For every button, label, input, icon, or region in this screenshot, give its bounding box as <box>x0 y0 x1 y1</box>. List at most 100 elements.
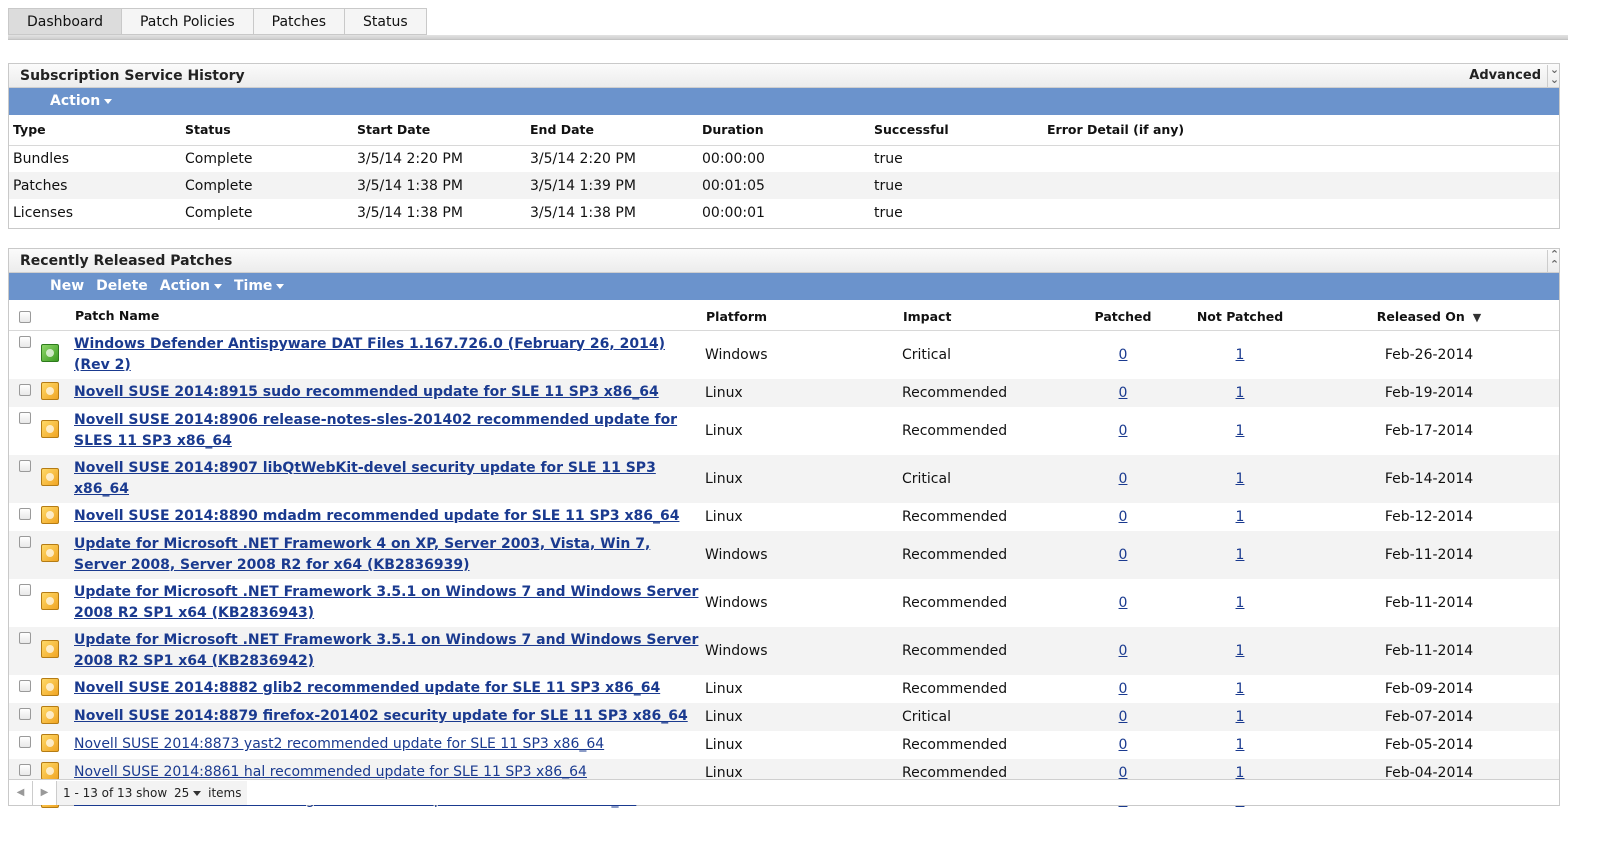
row-checkbox[interactable] <box>19 383 31 396</box>
patch-row[interactable]: Novell SUSE 2014:8879 firefox-201402 sec… <box>9 702 1559 731</box>
not-patched-header[interactable]: Not Patched <box>1181 300 1299 331</box>
row-checkbox[interactable] <box>19 707 31 720</box>
history-cell: 00:00:00 <box>702 150 765 167</box>
history-column-header[interactable]: Duration <box>698 115 870 146</box>
patched-count-link[interactable]: 0 <box>1119 509 1128 525</box>
history-action-menu[interactable]: Action <box>50 88 113 115</box>
patch-name-link[interactable]: Novell SUSE 2014:8915 sudo recommended u… <box>74 384 659 400</box>
patch-name-header[interactable]: Patch Name <box>74 300 705 331</box>
row-checkbox[interactable] <box>19 583 31 596</box>
not-patched-count-link[interactable]: 1 <box>1236 737 1245 753</box>
new-button[interactable]: New <box>50 273 84 300</box>
not-patched-count-link[interactable]: 1 <box>1236 595 1245 611</box>
advanced-link[interactable]: Advanced <box>1469 64 1541 88</box>
patch-name-link[interactable]: Novell SUSE 2014:8906 release-notes-sles… <box>74 412 677 449</box>
not-patched-count-link[interactable]: 1 <box>1236 681 1245 697</box>
patch-name-link[interactable]: Novell SUSE 2014:8907 libQtWebKit-devel … <box>74 460 656 497</box>
row-checkbox[interactable] <box>19 535 31 548</box>
not-patched-count-link[interactable]: 1 <box>1236 385 1245 401</box>
history-row[interactable]: Licenses Complete 3/5/14 1:38 PM 3/5/14 1:3… <box>9 199 1559 226</box>
prev-page-button[interactable]: ◀ <box>9 780 33 805</box>
patched-count-link[interactable]: 0 <box>1119 595 1128 611</box>
row-checkbox[interactable] <box>19 679 31 692</box>
patched-count-link[interactable]: 0 <box>1119 423 1128 439</box>
patch-name-link[interactable]: Update for Microsoft .NET Framework 3.5.… <box>74 632 698 669</box>
patched-count-link[interactable]: 0 <box>1119 681 1128 697</box>
patched-cell: 0 <box>1065 503 1181 531</box>
not-patched-count-link[interactable]: 1 <box>1236 347 1245 363</box>
row-checkbox[interactable] <box>19 459 31 472</box>
page-size-select[interactable]: 25 <box>174 786 202 800</box>
history-cell: 00:00:01 <box>702 204 765 221</box>
history-column-header[interactable]: Error Detail (if any) <box>1043 115 1559 146</box>
patch-name-link[interactable]: Novell SUSE 2014:8882 glib2 recommended … <box>74 680 660 696</box>
patch-row[interactable]: Novell SUSE 2014:8890 mdadm recommended … <box>9 503 1559 531</box>
tab-patch-policies[interactable]: Patch Policies <box>121 8 254 35</box>
not-patched-count-link[interactable]: 1 <box>1236 709 1245 725</box>
patches-action-menu[interactable]: Action <box>160 273 222 300</box>
row-checkbox[interactable] <box>19 631 31 644</box>
patch-row[interactable]: Novell SUSE 2014:8907 libQtWebKit-devel … <box>9 454 1559 503</box>
patch-row[interactable]: Windows Defender Antispyware DAT Files 1… <box>9 330 1559 379</box>
select-all-cell <box>9 300 41 331</box>
tab-patches[interactable]: Patches <box>253 8 346 35</box>
patch-name-link[interactable]: Novell SUSE 2014:8873 yast2 recommended … <box>74 736 604 752</box>
patch-row[interactable]: Novell SUSE 2014:8882 glib2 recommended … <box>9 675 1559 703</box>
not-patched-count-link[interactable]: 1 <box>1236 643 1245 659</box>
patch-row[interactable]: Novell SUSE 2014:8915 sudo recommended u… <box>9 378 1559 407</box>
not-patched-count-link[interactable]: 1 <box>1236 423 1245 439</box>
row-checkbox[interactable] <box>19 507 31 520</box>
double-chevron-up-icon[interactable]: ⌃ ⌃ <box>1547 249 1561 272</box>
released-on-header[interactable]: Released On ▼ <box>1299 300 1559 331</box>
patch-name-link[interactable]: Windows Defender Antispyware DAT Files 1… <box>74 336 665 373</box>
row-select-cell <box>9 454 41 503</box>
patch-name-link[interactable]: Novell SUSE 2014:8879 firefox-201402 sec… <box>74 708 688 724</box>
time-menu[interactable]: Time <box>234 273 285 300</box>
history-column-header[interactable]: Successful <box>870 115 1043 146</box>
double-chevron-down-icon[interactable]: ⌄ ⌄ <box>1547 64 1561 87</box>
history-column-header[interactable]: End Date <box>526 115 698 146</box>
tab-dashboard[interactable]: Dashboard <box>8 8 122 35</box>
select-all-checkbox[interactable] <box>19 310 31 323</box>
pager-info: 1 - 13 of 13 show 25 items <box>57 780 248 805</box>
patched-count-link[interactable]: 0 <box>1119 547 1128 563</box>
impact-header[interactable]: Impact <box>902 300 1065 331</box>
next-page-button[interactable]: ▶ <box>33 780 57 805</box>
history-cell: 3/5/14 1:38 PM <box>353 172 526 199</box>
patch-name-link[interactable]: Novell SUSE 2014:8890 mdadm recommended … <box>74 508 679 524</box>
history-column-header[interactable]: Status <box>181 115 353 146</box>
row-checkbox[interactable] <box>19 411 31 424</box>
patches-panel-title: Recently Released Patches <box>20 253 233 269</box>
patch-row[interactable]: Novell SUSE 2014:8906 release-notes-sles… <box>9 407 1559 455</box>
patch-name-link[interactable]: Update for Microsoft .NET Framework 4 on… <box>74 536 650 573</box>
patch-row[interactable]: Update for Microsoft .NET Framework 4 on… <box>9 530 1559 579</box>
tab-status[interactable]: Status <box>345 8 427 35</box>
history-column-header[interactable]: Type <box>9 115 181 146</box>
not-patched-count-link[interactable]: 1 <box>1236 471 1245 487</box>
patch-icon <box>41 381 59 400</box>
patched-count-link[interactable]: 0 <box>1119 737 1128 753</box>
patched-count-link[interactable]: 0 <box>1119 471 1128 487</box>
patched-count-link[interactable]: 0 <box>1119 709 1128 725</box>
patched-count-link[interactable]: 0 <box>1119 385 1128 401</box>
patch-name-link[interactable]: Update for Microsoft .NET Framework 3.5.… <box>74 584 698 621</box>
platform-cell: Linux <box>705 454 902 503</box>
row-checkbox[interactable] <box>19 735 31 748</box>
history-row[interactable]: Patches Complete 3/5/14 1:38 PM 3/5/14 1:39… <box>9 172 1559 199</box>
patched-count-link[interactable]: 0 <box>1119 643 1128 659</box>
patched-count-link[interactable]: 0 <box>1119 347 1128 363</box>
patched-header[interactable]: Patched <box>1065 300 1181 331</box>
history-cell: 3/5/14 1:38 PM <box>357 204 463 221</box>
row-checkbox[interactable] <box>19 335 31 348</box>
row-checkbox[interactable] <box>19 763 31 776</box>
patch-row[interactable]: Update for Microsoft .NET Framework 3.5.… <box>9 579 1559 627</box>
delete-button[interactable]: Delete <box>96 273 148 300</box>
patch-name-link[interactable]: Novell SUSE 2014:8861 hal recommended up… <box>74 764 587 780</box>
history-column-header[interactable]: Start Date <box>353 115 526 146</box>
patch-row[interactable]: Update for Microsoft .NET Framework 3.5.… <box>9 626 1559 675</box>
platform-header[interactable]: Platform <box>705 300 902 331</box>
not-patched-count-link[interactable]: 1 <box>1236 547 1245 563</box>
not-patched-count-link[interactable]: 1 <box>1236 509 1245 525</box>
patch-row[interactable]: Novell SUSE 2014:8873 yast2 recommended … <box>9 731 1559 759</box>
history-row[interactable]: Bundles Complete 3/5/14 2:20 PM 3/5/14 2:20… <box>9 145 1559 172</box>
